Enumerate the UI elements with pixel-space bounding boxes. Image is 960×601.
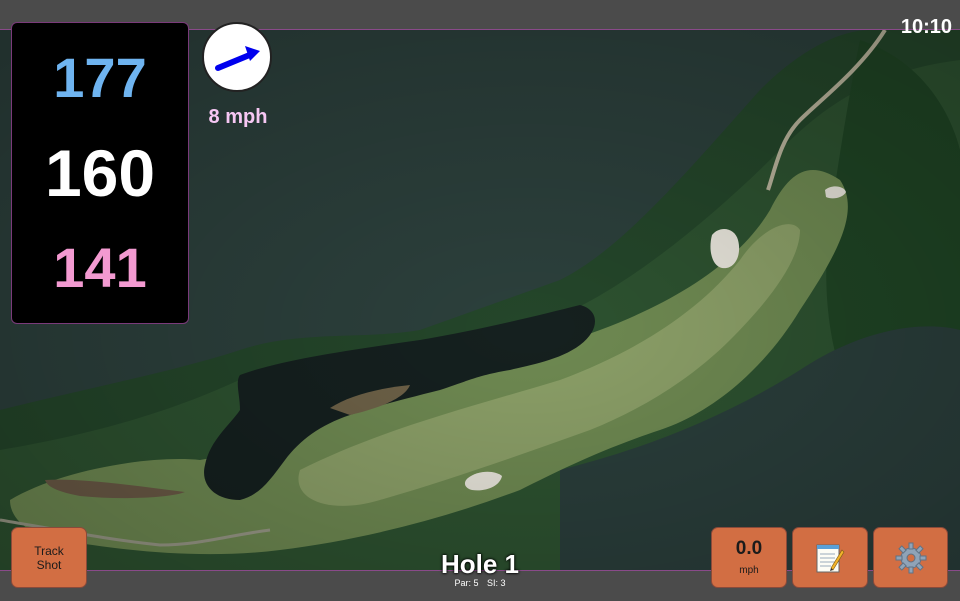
front-of-green-distance: 141 <box>53 236 147 299</box>
middle-of-green-distance: 160 <box>44 136 156 210</box>
hole-info: Par: 5 SI: 3 <box>380 578 580 588</box>
hole-stroke-index: SI: 3 <box>487 578 506 588</box>
hole-par: Par: 5 <box>454 578 479 588</box>
speed-value: 0.0 <box>735 538 763 559</box>
speed-button[interactable]: 0.0 mph <box>711 527 787 588</box>
track-shot-label-line2: Shot <box>36 557 62 572</box>
wind-speed: 8 mph <box>208 106 268 128</box>
track-shot-button[interactable]: Track Shot <box>11 527 87 588</box>
notepad-icon <box>816 544 845 572</box>
track-shot-label-line1: Track <box>34 543 64 558</box>
notes-button[interactable] <box>792 527 868 588</box>
wind-indicator <box>202 22 272 92</box>
back-of-green-distance: 177 <box>53 46 147 109</box>
gear-icon <box>895 542 926 573</box>
speed-unit: mph <box>739 565 759 576</box>
clock: 10:10 <box>900 16 952 38</box>
wind-direction-arrow-icon <box>215 46 260 71</box>
settings-button[interactable] <box>873 527 948 588</box>
distance-panel: 177 160 141 <box>11 22 189 324</box>
hole-title: Hole 1 <box>440 549 520 579</box>
